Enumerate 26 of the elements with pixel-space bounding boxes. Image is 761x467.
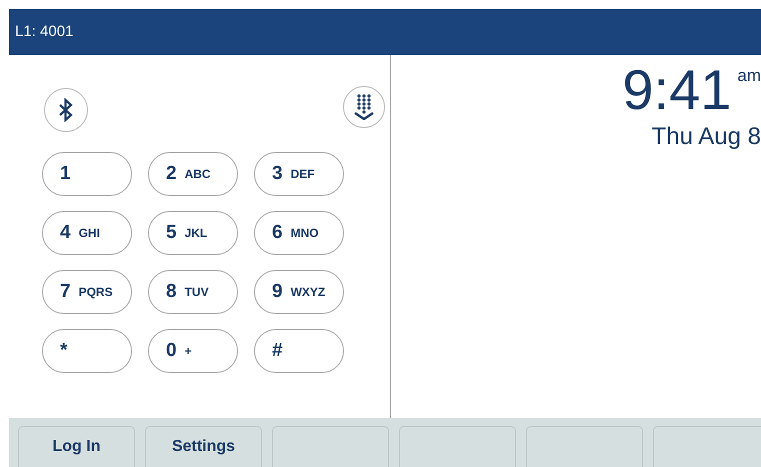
dial-key[interactable]: 2 ABC <box>148 152 238 196</box>
softkey-button[interactable]: Log In <box>18 426 135 467</box>
dial-key[interactable]: # <box>254 329 344 373</box>
softkey-button[interactable]: Settings <box>145 426 262 467</box>
dial-key[interactable]: 8 TUV <box>148 270 238 314</box>
empty-softkey-button[interactable] <box>653 426 761 467</box>
clock-time: 9:41 <box>622 59 732 121</box>
empty-softkey-button[interactable] <box>526 426 643 467</box>
dial-key[interactable]: 7 PQRS <box>42 270 132 314</box>
bluetooth-icon <box>59 98 73 122</box>
dial-key[interactable]: 0 + <box>148 329 238 373</box>
clock-meridiem: am <box>737 65 761 87</box>
dial-key[interactable]: 3 DEF <box>254 152 344 196</box>
dial-key[interactable]: 1 <box>42 152 132 196</box>
empty-softkey-button[interactable] <box>399 426 516 467</box>
dial-key[interactable]: * <box>42 329 132 373</box>
dial-key[interactable]: 9 WXYZ <box>254 270 344 314</box>
dialpad-toggle-button[interactable] <box>343 86 385 128</box>
dial-key[interactable]: 6 MNO <box>254 211 344 255</box>
line-label: L1: 4001 <box>15 22 74 42</box>
empty-softkey-button[interactable] <box>272 426 389 467</box>
clock-date: Thu Aug 8 <box>652 122 761 152</box>
keypad-arrow-icon <box>353 94 375 120</box>
dial-key[interactable]: 5 JKL <box>148 211 238 255</box>
dial-key[interactable]: 4 GHI <box>42 211 132 255</box>
bluetooth-button[interactable] <box>44 88 88 132</box>
